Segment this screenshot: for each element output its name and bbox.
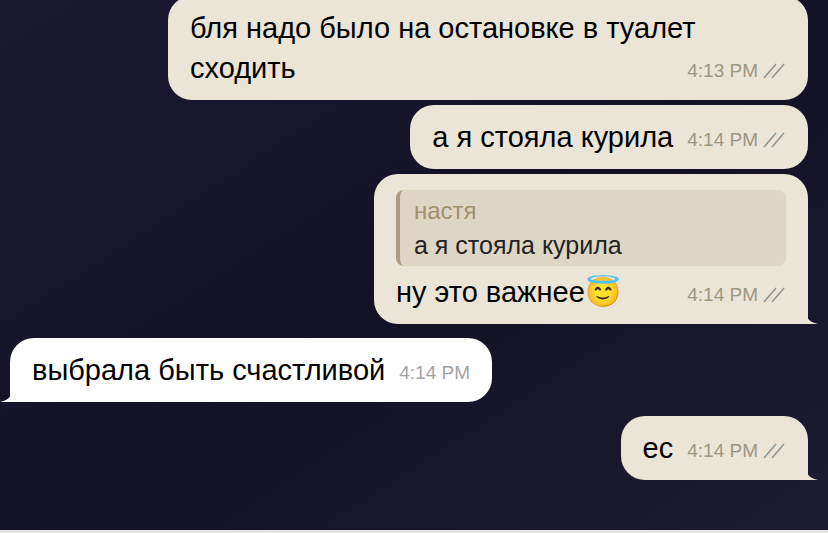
message-time: 4:14 PM	[687, 440, 758, 462]
message-bubble[interactable]: а я стояла курила 4:14 PM	[410, 105, 808, 169]
message-bubble[interactable]: настяа я стояла курила ну это важнее😇 4:14…	[374, 174, 808, 324]
message-time: 4:14 PM	[687, 284, 758, 306]
double-check-icon	[762, 63, 786, 79]
tail-icon	[0, 382, 14, 402]
message-list: бля надо было на остановке в туалет сход…	[0, 0, 828, 530]
message-meta: 4:14 PM	[687, 129, 786, 151]
bottom-strip	[0, 530, 828, 533]
message-meta: 4:14 PM	[687, 284, 786, 306]
tail-icon	[804, 460, 818, 480]
double-check-icon	[762, 443, 786, 459]
double-check-icon	[762, 132, 786, 148]
message-bubble[interactable]: выбрала быть счастливой 4:14 PM	[10, 338, 492, 402]
message-text: бля надо было на остановке в туалет сход…	[190, 12, 696, 84]
message-meta: 4:13 PM	[687, 60, 786, 82]
message-row: выбрала быть счастливой 4:14 PM	[10, 338, 808, 402]
message-bubble[interactable]: ес 4:14 PM	[621, 416, 808, 480]
message-row: бля надо было на остановке в туалет сход…	[10, 0, 808, 100]
message-text: ес	[643, 432, 674, 464]
message-text: а я стояла курила	[432, 121, 673, 153]
message-time: 4:14 PM	[399, 362, 470, 384]
message-bubble[interactable]: бля надо было на остановке в туалет сход…	[168, 0, 808, 100]
reply-text: а я стояла курила	[414, 228, 766, 262]
message-row: ес 4:14 PM	[10, 416, 808, 480]
message-meta: 4:14 PM	[687, 440, 786, 462]
message-text: ну это важнее😇	[396, 276, 621, 308]
message-row: а я стояла курила 4:14 PM	[10, 105, 808, 169]
reply-quote[interactable]: настяа я стояла курила	[396, 190, 786, 266]
message-time: 4:14 PM	[687, 129, 758, 151]
double-check-icon	[762, 287, 786, 303]
reply-author: настя	[414, 194, 766, 228]
tail-icon	[804, 304, 818, 324]
chat-background: бля надо было на остановке в туалет сход…	[0, 0, 828, 533]
message-time: 4:13 PM	[687, 60, 758, 82]
message-row: настяа я стояла курила ну это важнее😇 4:14…	[10, 174, 808, 324]
message-text: выбрала быть счастливой	[32, 354, 385, 386]
message-meta: 4:14 PM	[399, 362, 470, 384]
